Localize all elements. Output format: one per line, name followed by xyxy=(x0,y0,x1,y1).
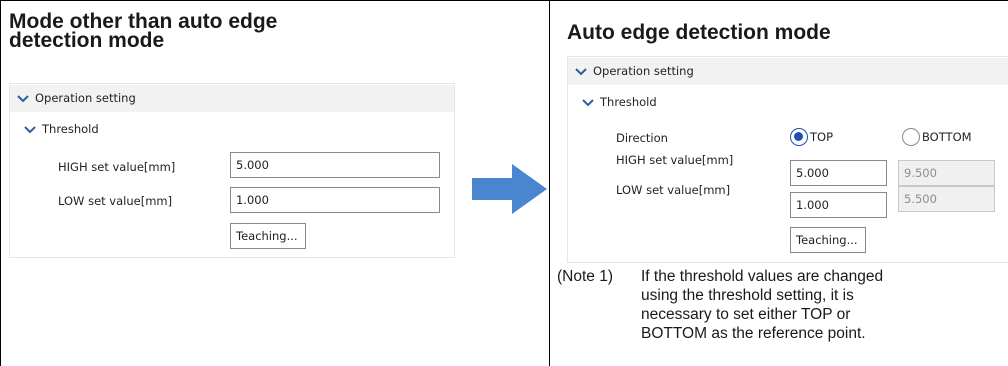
right-settings-panel: Operation setting Threshold Direction TO… xyxy=(567,56,1008,263)
direction-option-bottom[interactable]: BOTTOM xyxy=(902,127,1002,149)
right-operation-setting-label: Operation setting xyxy=(593,64,694,78)
right-low-set-value-input[interactable]: 1.000 xyxy=(790,192,887,218)
direction-top-label: TOP xyxy=(810,130,834,144)
right-heading: Auto edge detection mode xyxy=(567,21,831,44)
note-line-2: using the threshold setting, it is xyxy=(641,287,854,304)
left-threshold-label: Threshold xyxy=(42,122,99,136)
direction-option-top[interactable]: TOP xyxy=(790,127,880,149)
left-teaching-button[interactable]: Teaching... xyxy=(230,223,306,249)
left-low-set-value-label: LOW set value[mm] xyxy=(58,194,173,208)
left-heading-line-2: detection mode xyxy=(9,29,165,52)
chevron-down-icon[interactable] xyxy=(24,125,36,135)
right-teaching-button[interactable]: Teaching... xyxy=(790,227,866,253)
right-low-set-value-label: LOW set value[mm] xyxy=(616,183,731,197)
left-operation-setting-label: Operation setting xyxy=(35,91,136,105)
left-high-set-value-input[interactable]: 5.000 xyxy=(230,152,440,178)
note-marker: (Note 1) xyxy=(557,268,613,285)
left-settings-panel: Operation setting Threshold HIGH set val… xyxy=(9,83,455,258)
chevron-down-icon[interactable] xyxy=(582,98,594,108)
note-line-3: necessary to set either TOP or xyxy=(641,306,851,323)
direction-bottom-label: BOTTOM xyxy=(922,130,972,144)
radio-unchecked-icon[interactable] xyxy=(902,128,920,146)
note-line-4: BOTTOM as the reference point. xyxy=(641,325,866,342)
note-line-1: If the threshold values are changed xyxy=(641,268,884,285)
chevron-down-icon[interactable] xyxy=(575,67,587,77)
right-arrow-icon xyxy=(472,164,547,214)
right-high-set-value-disabled-field: 9.500 xyxy=(898,160,995,186)
top-rule xyxy=(0,0,1008,1)
direction-label: Direction xyxy=(616,131,668,145)
center-rule xyxy=(549,0,550,366)
right-high-set-value-input[interactable]: 5.000 xyxy=(790,160,887,186)
left-high-set-value-label: HIGH set value[mm] xyxy=(58,160,176,174)
chevron-down-icon[interactable] xyxy=(17,94,29,104)
left-low-set-value-input[interactable]: 1.000 xyxy=(230,187,440,213)
note-text: If the threshold values are changed usin… xyxy=(641,267,1006,343)
right-threshold-label: Threshold xyxy=(600,95,657,109)
radio-checked-icon[interactable] xyxy=(790,128,808,146)
left-rule xyxy=(0,0,1,366)
right-high-set-value-label: HIGH set value[mm] xyxy=(616,153,734,167)
right-low-set-value-disabled-field: 5.500 xyxy=(898,186,995,212)
left-heading: Mode other than auto edge detection mode xyxy=(9,11,529,52)
